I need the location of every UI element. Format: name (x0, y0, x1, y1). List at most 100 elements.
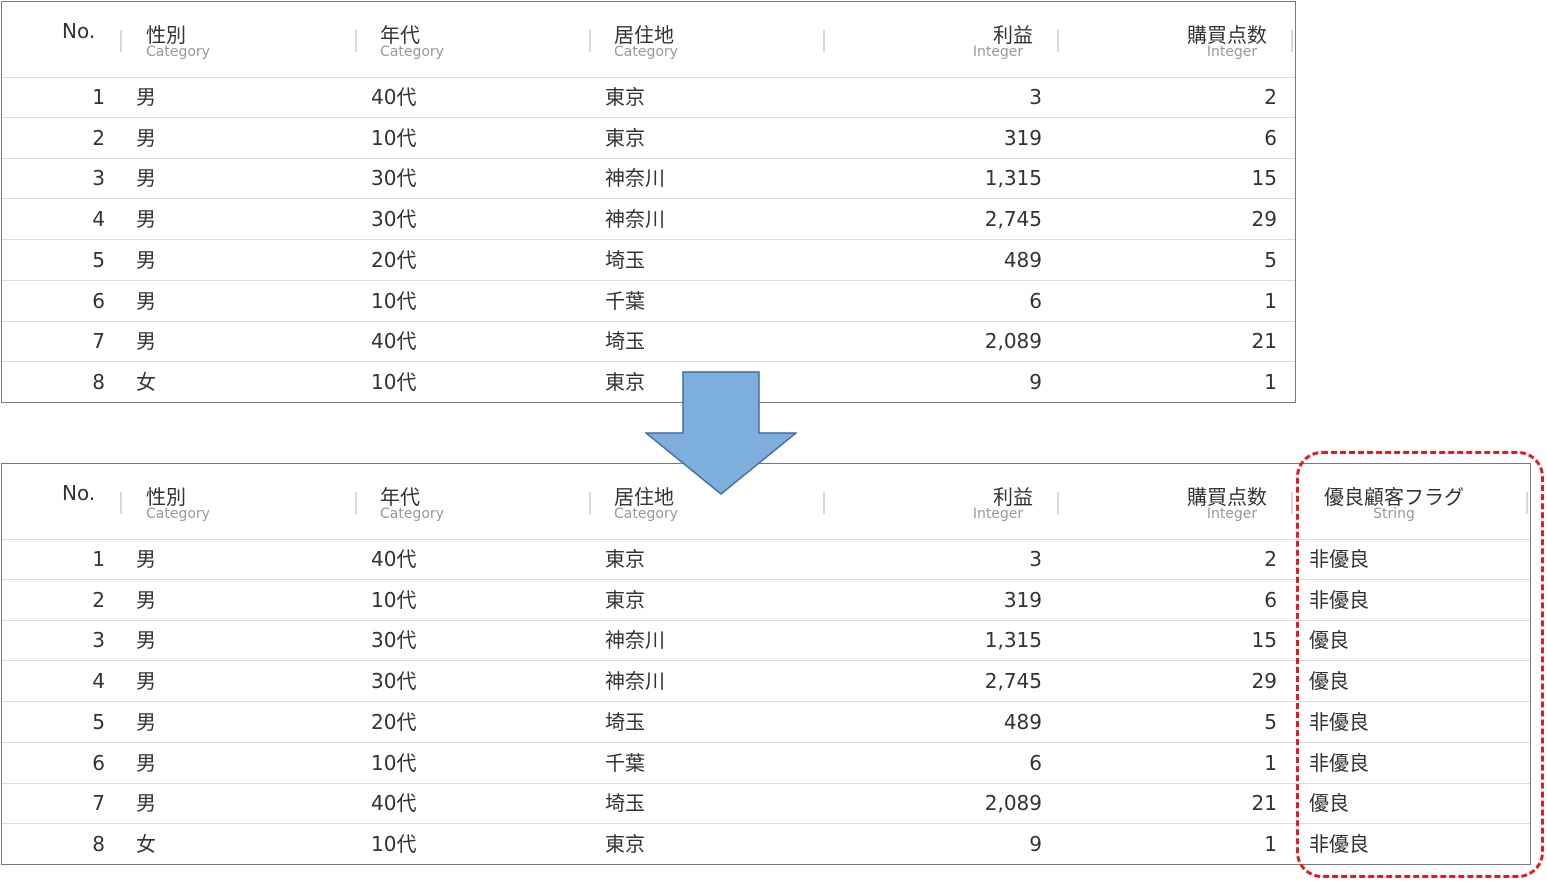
table-cell: 1,315 (984, 628, 1042, 653)
table-cell: 1 (1264, 288, 1277, 313)
table-cell: 30代 (371, 207, 417, 232)
table-cell: 1 (1264, 750, 1277, 775)
table-row: 2 男 10代 東京 319 6 非優良 (2, 580, 1530, 621)
table-cell: 神奈川 (605, 669, 665, 694)
table-cell: 21 (1251, 791, 1277, 816)
table-cell: 東京 (605, 369, 645, 394)
table-cell: 5 (1264, 709, 1277, 734)
table-cell: 3 (92, 628, 105, 653)
table-cell: 5 (1264, 247, 1277, 272)
column-type: Integer (1206, 44, 1258, 60)
table-row: 5 男 20代 埼玉 489 5 (2, 240, 1295, 281)
table-row: 6 男 10代 千葉 6 1 (2, 281, 1295, 322)
table-cell: 21 (1251, 329, 1277, 354)
table-cell: 30代 (371, 669, 417, 694)
table-cell: 女 (136, 369, 156, 394)
table-cell: 3 (92, 166, 105, 191)
table-cell: 6 (1029, 288, 1042, 313)
table-cell: 非優良 (1309, 750, 1369, 775)
table-cell: 男 (136, 125, 156, 150)
table-cell: 4 (92, 207, 105, 232)
column-name: No. (62, 19, 96, 43)
table-cell: 東京 (605, 547, 645, 571)
table-row: 5 男 20代 埼玉 489 5 非優良 (2, 702, 1530, 743)
table-cell: 2 (1264, 547, 1277, 571)
table-cell: 1 (1264, 369, 1277, 394)
table-cell: 男 (136, 628, 156, 653)
table-cell: 29 (1251, 207, 1277, 232)
table-cell: 優良 (1309, 791, 1349, 816)
table-cell: 489 (1003, 709, 1042, 734)
table-cell: 20代 (371, 709, 417, 734)
table-cell: 3 (1029, 547, 1042, 571)
table-cell: 男 (136, 669, 156, 694)
column-type: Integer (972, 506, 1024, 522)
table-cell: 9 (1029, 369, 1042, 394)
column-divider (1291, 492, 1293, 514)
table-row: 4 男 30代 神奈川 2,745 29 (2, 199, 1295, 241)
table-cell: 5 (92, 247, 105, 272)
table-cell: 非優良 (1309, 547, 1369, 571)
table-cell: 40代 (371, 329, 417, 354)
table-cell: 4 (92, 669, 105, 694)
table-cell: 男 (136, 329, 156, 354)
table-cell: 10代 (371, 831, 417, 856)
table-cell: 千葉 (605, 750, 645, 775)
column-divider (823, 30, 825, 52)
column-divider (120, 492, 122, 514)
table-cell: 2 (92, 125, 105, 150)
table-cell: 6 (92, 288, 105, 313)
table-row: 4 男 30代 神奈川 2,745 29 優良 (2, 661, 1530, 703)
table-cell: 6 (1264, 125, 1277, 150)
table-cell: 8 (92, 369, 105, 394)
table-cell: 6 (92, 750, 105, 775)
table-row: 3 男 30代 神奈川 1,315 15 (2, 158, 1295, 200)
column-type: Category (380, 44, 444, 60)
table-cell: 2,745 (984, 669, 1042, 694)
table-cell: 男 (136, 547, 156, 571)
column-divider (1291, 30, 1293, 52)
down-arrow-icon (645, 371, 797, 495)
table-cell: 9 (1029, 831, 1042, 856)
table-cell: 神奈川 (605, 628, 665, 653)
table-cell: 神奈川 (605, 207, 665, 232)
table-cell: 1 (1264, 831, 1277, 856)
table-cell: 東京 (605, 831, 645, 856)
table-cell: 男 (136, 750, 156, 775)
table-cell: 非優良 (1309, 587, 1369, 612)
table-cell: 30代 (371, 628, 417, 653)
table-cell: 15 (1251, 166, 1277, 191)
column-type: String (1373, 506, 1415, 522)
table-cell: 埼玉 (605, 791, 645, 816)
column-divider (589, 30, 591, 52)
table-cell: 489 (1003, 247, 1042, 272)
table-row: 3 男 30代 神奈川 1,315 15 優良 (2, 620, 1530, 662)
table-cell: 男 (136, 166, 156, 191)
table-cell: 20代 (371, 247, 417, 272)
column-divider (823, 492, 825, 514)
table-cell: 非優良 (1309, 831, 1369, 856)
table-cell: 千葉 (605, 288, 645, 313)
table-cell: 6 (1029, 750, 1042, 775)
table-cell: 29 (1251, 669, 1277, 694)
table-row: 7 男 40代 埼玉 2,089 21 優良 (2, 783, 1530, 825)
table-cell: 2 (92, 587, 105, 612)
table-row: 6 男 10代 千葉 6 1 非優良 (2, 743, 1530, 784)
table-cell: 3 (1029, 85, 1042, 109)
column-divider (1526, 492, 1528, 514)
column-type: Category (614, 44, 678, 60)
table-cell: 埼玉 (605, 709, 645, 734)
column-type: Category (380, 506, 444, 522)
column-divider (355, 30, 357, 52)
table-cell: 10代 (371, 369, 417, 394)
column-divider (1057, 492, 1059, 514)
table-cell: 2,089 (984, 791, 1042, 816)
table-row: 8 女 10代 東京 9 1 非優良 (2, 824, 1530, 864)
table-cell: 8 (92, 831, 105, 856)
table-cell: 30代 (371, 166, 417, 191)
table-cell: 東京 (605, 85, 645, 109)
column-type: Integer (1206, 506, 1258, 522)
table-cell: 男 (136, 247, 156, 272)
table-cell: 2,089 (984, 329, 1042, 354)
table-header: No. 性別 Category 年代 Category 居住地 Category 利益 Inte… (2, 2, 1295, 78)
